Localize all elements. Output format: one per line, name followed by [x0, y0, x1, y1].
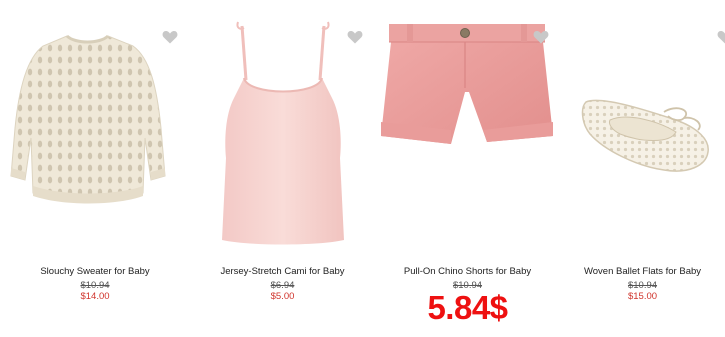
ballet-flat-icon[interactable] — [580, 90, 715, 180]
product-name[interactable]: Woven Ballet Flats for Baby — [560, 266, 725, 277]
product-name[interactable]: Slouchy Sweater for Baby — [0, 266, 190, 277]
original-price: $10.94 — [627, 280, 658, 291]
favorite-heart-icon[interactable] — [162, 30, 178, 44]
favorite-heart-icon[interactable] — [533, 30, 549, 44]
original-price: $10.94 — [80, 280, 110, 291]
product-card-ballet-flats[interactable]: Woven Ballet Flats for Baby $10.94 $15.0… — [560, 0, 725, 337]
sale-price: $5.00 — [270, 291, 295, 302]
favorite-heart-icon[interactable] — [347, 30, 363, 44]
product-card-sweater[interactable]: Slouchy Sweater for Baby $10.94 $14.00 — [0, 0, 190, 337]
shorts-icon[interactable] — [377, 18, 557, 158]
product-name[interactable]: Pull-On Chino Shorts for Baby — [375, 266, 560, 277]
product-card-shorts[interactable]: Pull-On Chino Shorts for Baby $10.94 5.8… — [375, 0, 560, 337]
original-price: $6.94 — [270, 280, 295, 291]
promo-price-overlay: 5.84$ — [427, 289, 508, 326]
cami-top-icon[interactable] — [208, 18, 358, 253]
product-card-cami[interactable]: Jersey-Stretch Cami for Baby $6.94 $5.00 — [190, 0, 375, 337]
product-name[interactable]: Jersey-Stretch Cami for Baby — [190, 266, 375, 277]
favorite-heart-icon[interactable] — [717, 30, 725, 44]
sweater-icon[interactable] — [5, 18, 170, 218]
sale-price: $14.00 — [80, 291, 110, 302]
sale-price: $15.00 — [627, 291, 658, 302]
